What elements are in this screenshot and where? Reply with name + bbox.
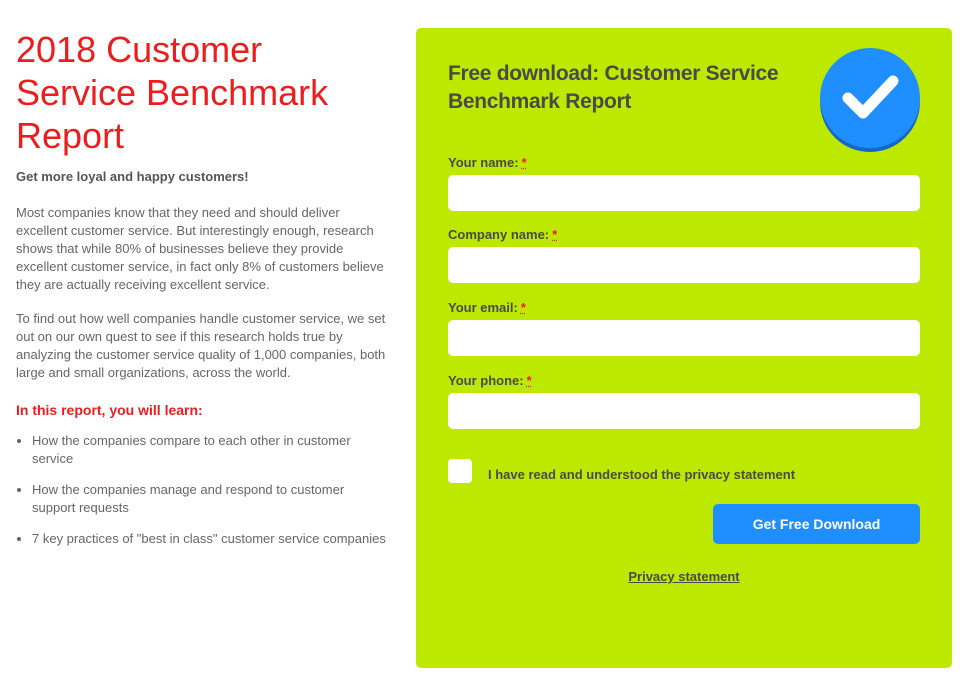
- required-marker: *: [520, 300, 526, 315]
- email-field-label: Your email: *: [448, 300, 526, 315]
- required-marker: *: [521, 155, 527, 170]
- privacy-statement-link[interactable]: Privacy statement: [416, 569, 952, 584]
- privacy-consent-row: I have read and understood the privacy s…: [448, 459, 920, 485]
- company-field-label: Company name: *: [448, 227, 558, 242]
- email-field[interactable]: [448, 320, 920, 356]
- name-field-label: Your name: *: [448, 155, 527, 170]
- company-field[interactable]: [448, 247, 920, 283]
- list-item: How the companies compare to each other …: [32, 432, 388, 468]
- list-item: 7 key practices of "best in class" custo…: [32, 530, 388, 548]
- privacy-checkbox[interactable]: [448, 459, 472, 483]
- intro-paragraph-2: To find out how well companies handle cu…: [16, 311, 386, 380]
- required-marker: *: [526, 373, 532, 388]
- learn-list: How the companies compare to each other …: [16, 432, 388, 548]
- intro-paragraph-1: Most companies know that they need and s…: [16, 205, 384, 292]
- form-title: Free download: Customer Service Benchmar…: [448, 62, 779, 113]
- download-form-panel: Free download: Customer Service Benchmar…: [416, 28, 952, 668]
- list-item: How the companies manage and respond to …: [32, 481, 388, 517]
- privacy-checkbox-label[interactable]: I have read and understood the privacy s…: [488, 467, 795, 482]
- learn-heading: In this report, you will learn:: [16, 402, 203, 418]
- required-marker: *: [552, 227, 558, 242]
- checkmark-icon: [820, 48, 920, 148]
- phone-field[interactable]: [448, 393, 920, 429]
- subtitle: Get more loyal and happy customers!: [16, 169, 249, 184]
- name-field-group: Your name: *: [448, 155, 920, 211]
- company-field-group: Company name: *: [448, 227, 920, 283]
- name-field[interactable]: [448, 175, 920, 211]
- phone-field-group: Your phone: *: [448, 373, 920, 429]
- get-free-download-button[interactable]: Get Free Download: [713, 504, 920, 544]
- email-field-group: Your email: *: [448, 300, 920, 356]
- phone-field-label: Your phone: *: [448, 373, 532, 388]
- page-title: 2018 Customer Service Benchmark Report: [16, 29, 329, 156]
- report-intro: 2018 Customer Service Benchmark Report G…: [16, 28, 388, 561]
